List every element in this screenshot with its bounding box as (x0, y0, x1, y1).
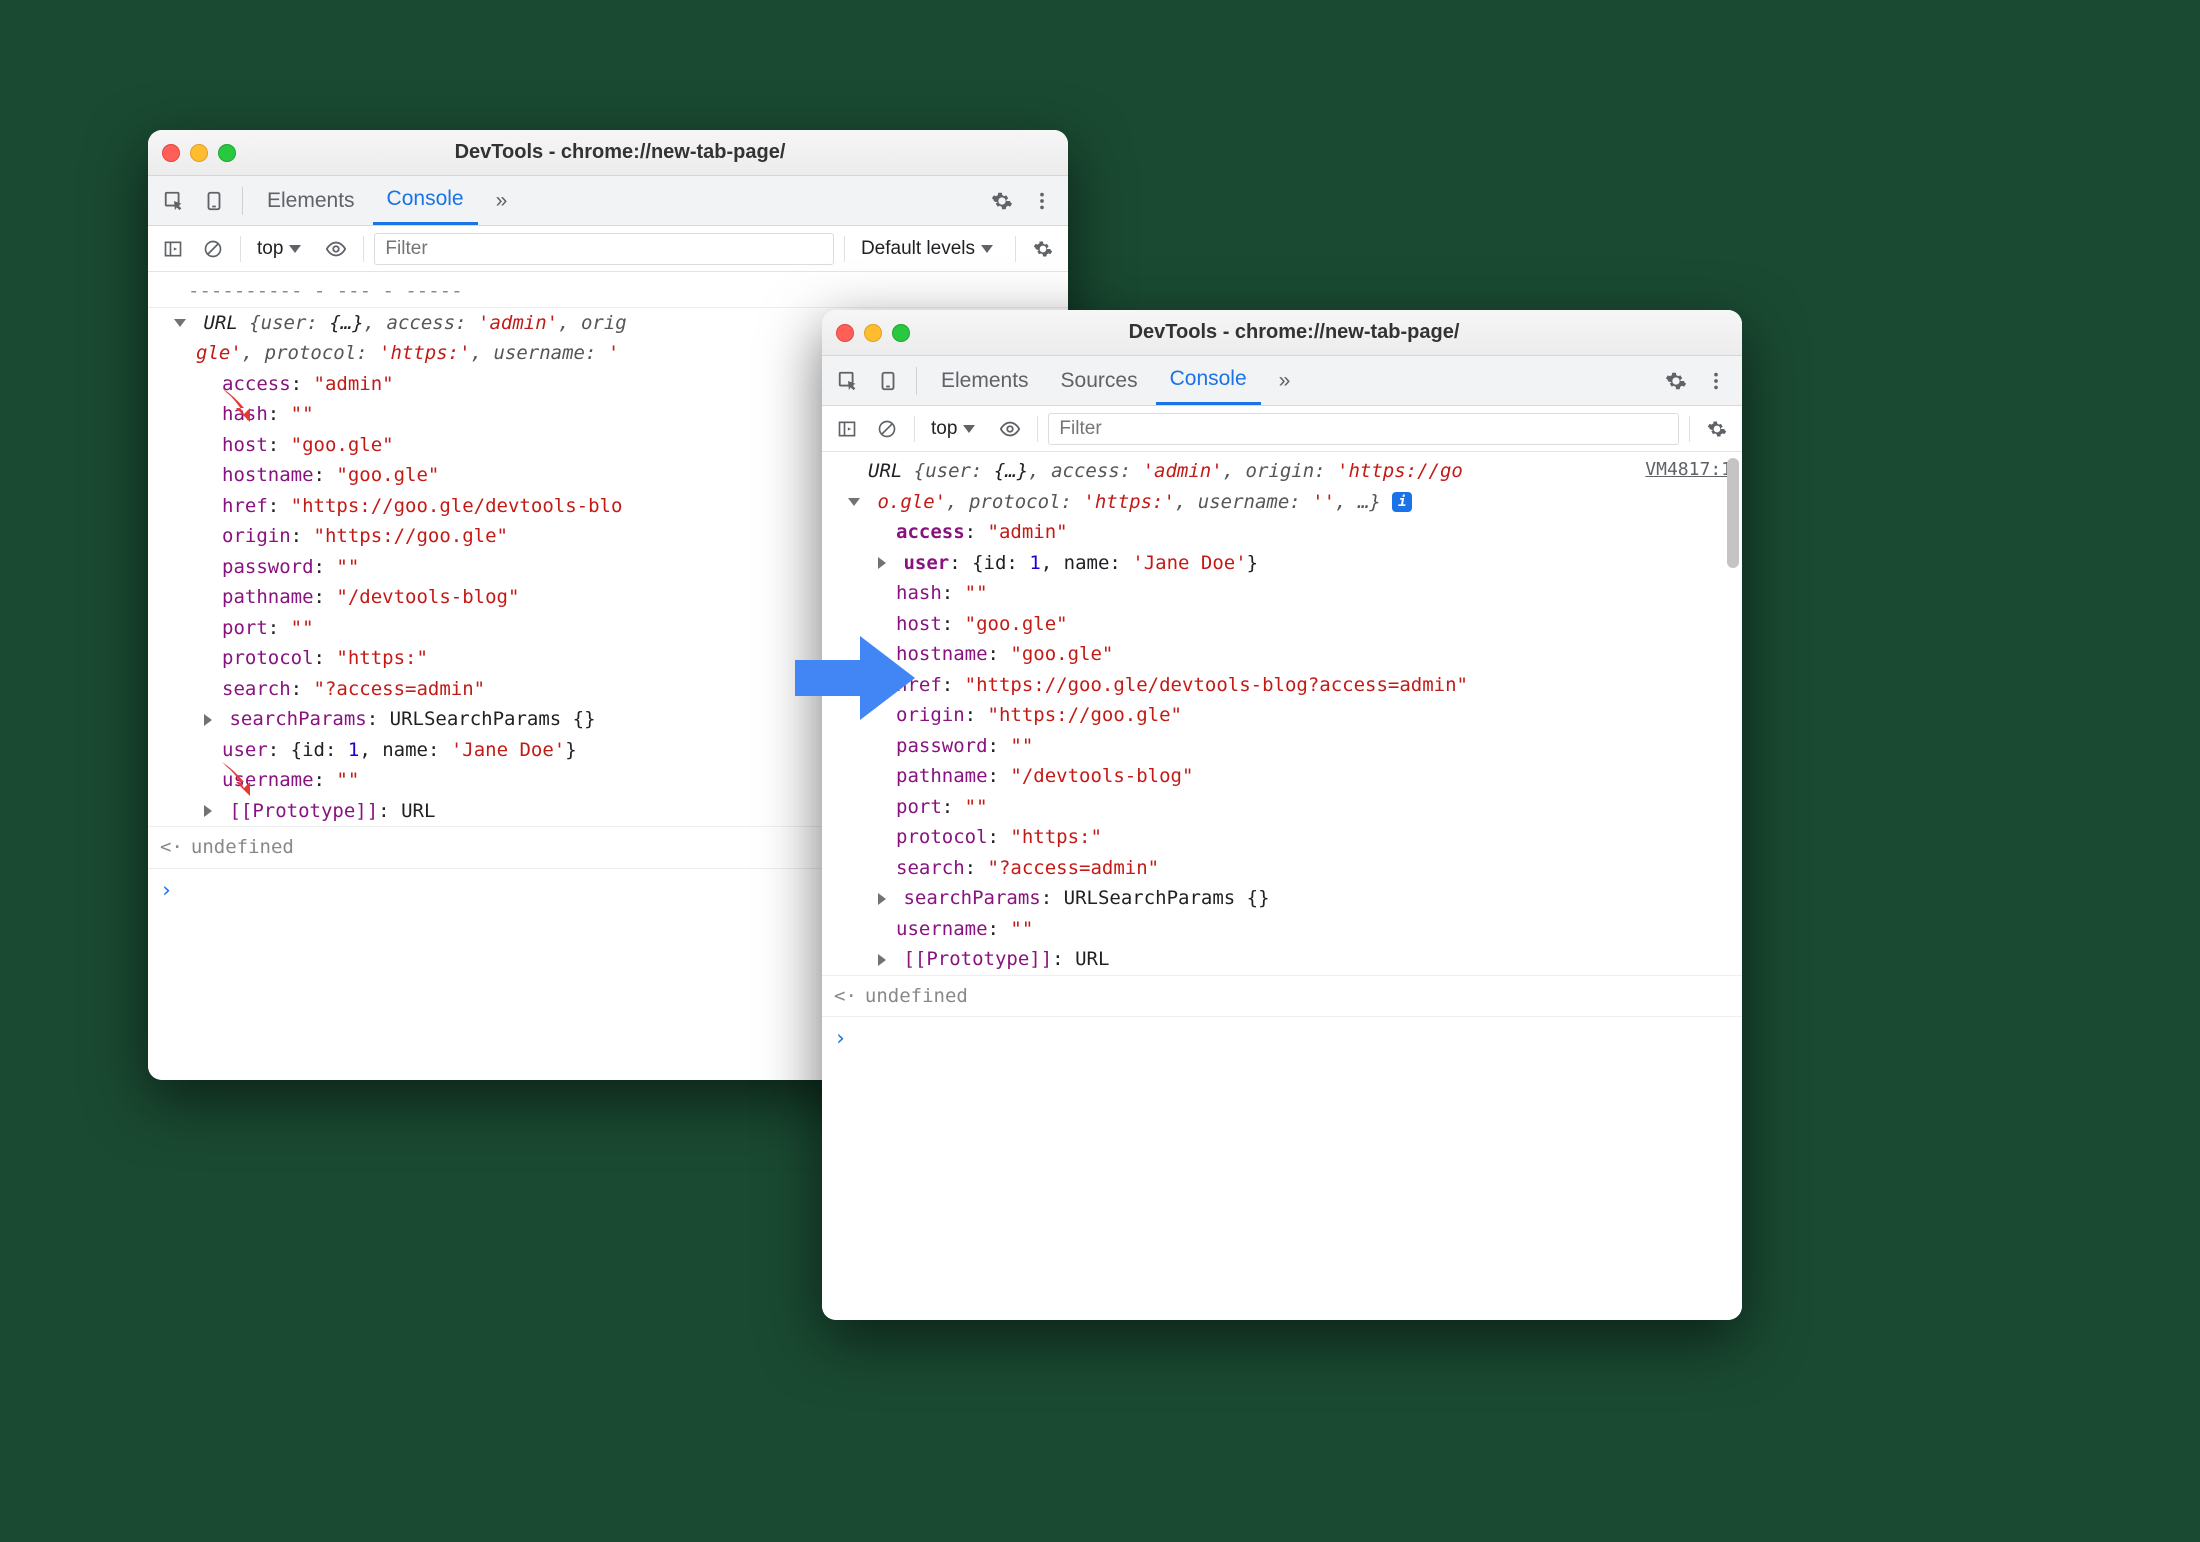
prop-password[interactable]: password: "" (822, 731, 1742, 762)
console-body[interactable]: VM4817:1 URL {user: {…}, access: 'admin'… (822, 452, 1742, 1320)
tab-bar: Elements Sources Console » (822, 356, 1742, 406)
annotation-arrow-icon (216, 382, 260, 426)
prop-protocol[interactable]: protocol: "https:" (822, 822, 1742, 853)
tab-overflow[interactable]: » (482, 176, 522, 225)
context-selector[interactable]: top (925, 418, 987, 440)
prop-href[interactable]: href: "https://goo.gle/devtools-blog?acc… (822, 670, 1742, 701)
chevron-down-icon (848, 498, 860, 506)
close-icon[interactable] (836, 324, 854, 342)
prop-pathname[interactable]: pathname: "/devtools-blog" (822, 761, 1742, 792)
levels-label: Default levels (861, 238, 975, 260)
console-prompt[interactable]: › (822, 1016, 1742, 1061)
chevron-down-icon (963, 425, 975, 433)
separator (242, 187, 243, 215)
filter-bar: top (822, 406, 1742, 452)
device-icon[interactable] (870, 363, 906, 399)
close-icon[interactable] (162, 144, 180, 162)
gear-icon[interactable] (1658, 363, 1694, 399)
prop-access[interactable]: access: "admin" (822, 517, 1742, 548)
inspect-icon[interactable] (830, 363, 866, 399)
context-label: top (257, 238, 283, 260)
settings-gear-icon[interactable] (1700, 412, 1734, 446)
tab-elements[interactable]: Elements (927, 356, 1043, 405)
settings-gear-icon[interactable] (1026, 232, 1060, 266)
levels-selector[interactable]: Default levels (855, 238, 1005, 260)
result-indicator-icon: <· (160, 833, 183, 862)
device-icon[interactable] (196, 183, 232, 219)
context-selector[interactable]: top (251, 238, 313, 260)
prop-hostname[interactable]: hostname: "goo.gle" (822, 639, 1742, 670)
eye-icon[interactable] (993, 412, 1027, 446)
tab-console[interactable]: Console (1156, 356, 1261, 405)
truncated-line: ---------- - --- - ----- (148, 276, 1068, 307)
window-title: DevTools - chrome://new-tab-page/ (920, 321, 1728, 344)
separator (916, 367, 917, 395)
annotation-arrow-icon (216, 756, 260, 800)
prop-hash[interactable]: hash: "" (822, 578, 1742, 609)
window-title: DevTools - chrome://new-tab-page/ (246, 141, 1054, 164)
chevron-down-icon (981, 245, 993, 253)
titlebar[interactable]: DevTools - chrome://new-tab-page/ (822, 310, 1742, 356)
chevron-down-icon (289, 245, 301, 253)
prop-search[interactable]: search: "?access=admin" (822, 853, 1742, 884)
result-undefined: <· undefined (822, 975, 1742, 1017)
prop-prototype[interactable]: [[Prototype]]: URL (822, 944, 1742, 975)
zoom-icon[interactable] (218, 144, 236, 162)
sidebar-toggle-icon[interactable] (830, 412, 864, 446)
traffic-lights (836, 324, 910, 342)
prop-username[interactable]: username: "" (822, 914, 1742, 945)
chevron-down-icon (174, 319, 186, 327)
clear-icon[interactable] (870, 412, 904, 446)
chevron-right-icon (204, 714, 212, 726)
inspect-icon[interactable] (156, 183, 192, 219)
info-badge-icon[interactable]: i (1392, 492, 1412, 512)
minimize-icon[interactable] (190, 144, 208, 162)
minimize-icon[interactable] (864, 324, 882, 342)
traffic-lights (162, 144, 236, 162)
kebab-icon[interactable] (1698, 363, 1734, 399)
tab-elements[interactable]: Elements (253, 176, 369, 225)
prop-port[interactable]: port: "" (822, 792, 1742, 823)
object-summary-line2[interactable]: o.gle', protocol: 'https:', username: ''… (822, 487, 1742, 518)
filter-input[interactable] (1048, 413, 1679, 445)
tab-console[interactable]: Console (373, 176, 478, 225)
tab-sources[interactable]: Sources (1047, 356, 1152, 405)
chevron-right-icon (878, 954, 886, 966)
prop-searchparams[interactable]: searchParams: URLSearchParams {} (822, 883, 1742, 914)
transition-arrow-icon (790, 628, 920, 728)
object-summary[interactable]: URL {user: {…}, access: 'admin', origin:… (822, 456, 1742, 487)
result-indicator-icon: <· (834, 982, 857, 1011)
tab-bar: Elements Console » (148, 176, 1068, 226)
prop-origin[interactable]: origin: "https://goo.gle" (822, 700, 1742, 731)
kebab-icon[interactable] (1024, 183, 1060, 219)
devtools-window-right: DevTools - chrome://new-tab-page/ Elemen… (822, 310, 1742, 1320)
chevron-right-icon (878, 557, 886, 569)
context-label: top (931, 418, 957, 440)
eye-icon[interactable] (319, 232, 353, 266)
titlebar[interactable]: DevTools - chrome://new-tab-page/ (148, 130, 1068, 176)
gear-icon[interactable] (984, 183, 1020, 219)
zoom-icon[interactable] (892, 324, 910, 342)
sidebar-toggle-icon[interactable] (156, 232, 190, 266)
scrollbar[interactable] (1727, 458, 1739, 568)
tab-overflow[interactable]: » (1265, 356, 1305, 405)
prop-user[interactable]: user: {id: 1, name: 'Jane Doe'} (822, 548, 1742, 579)
chevron-right-icon (204, 805, 212, 817)
prop-host[interactable]: host: "goo.gle" (822, 609, 1742, 640)
filter-input[interactable] (374, 233, 834, 265)
clear-icon[interactable] (196, 232, 230, 266)
filter-bar: top Default levels (148, 226, 1068, 272)
chevron-right-icon (878, 893, 886, 905)
